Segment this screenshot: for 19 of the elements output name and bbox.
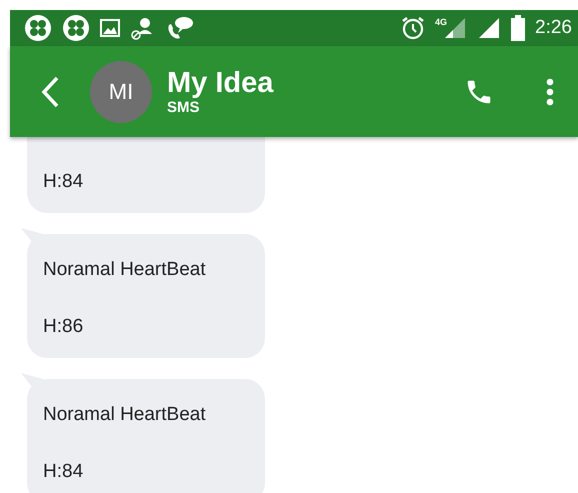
more-options-button[interactable] xyxy=(546,78,554,106)
alarm-icon xyxy=(401,16,425,40)
message-text: Noramal HeartBeat xyxy=(43,258,207,282)
clover-icon xyxy=(62,14,90,42)
message-text: Noramal HeartBeat xyxy=(43,403,207,427)
network-type: 4G xyxy=(435,18,448,27)
back-button[interactable] xyxy=(40,74,60,108)
signal-icon xyxy=(477,16,502,40)
clock-time: 2:26 xyxy=(535,17,572,39)
battery-icon xyxy=(511,15,526,41)
message-text: H:84 xyxy=(43,460,84,484)
clover-icon xyxy=(24,14,52,42)
message-text: H:84 xyxy=(43,170,84,194)
phone-chat-icon xyxy=(166,15,194,41)
contact-name: My Idea xyxy=(167,66,274,98)
contact-subtitle: SMS xyxy=(167,98,201,116)
message-text: H:86 xyxy=(43,315,84,339)
image-icon xyxy=(100,19,120,37)
contact-avatar: MI xyxy=(90,60,152,122)
